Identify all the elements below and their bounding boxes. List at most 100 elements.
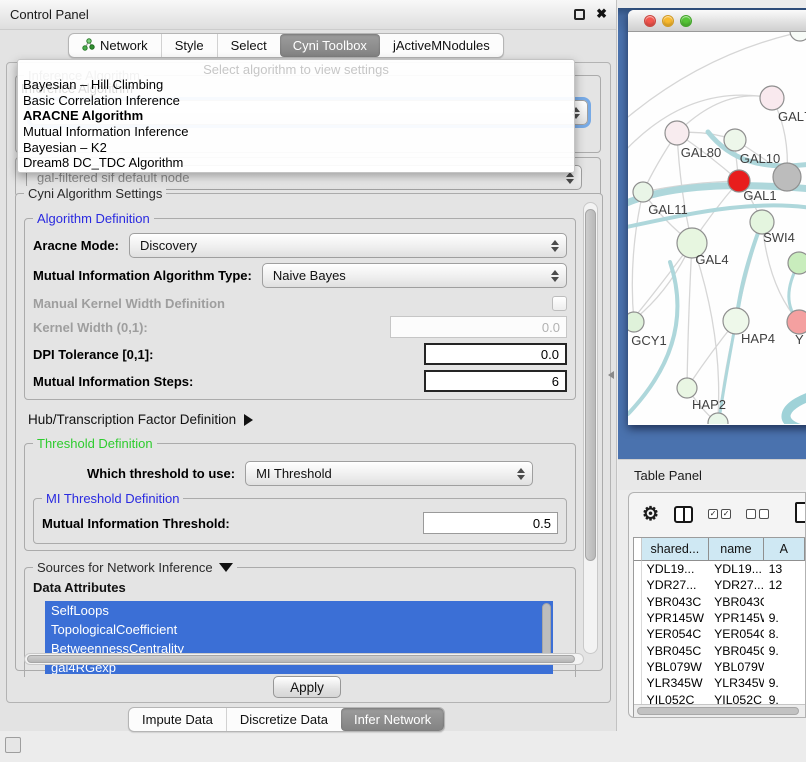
mi-type-combobox[interactable]: Naive Bayes (262, 263, 567, 288)
bottom-tab-infer-network[interactable]: Infer Network (341, 708, 444, 731)
node[interactable] (773, 163, 801, 191)
bottom-tab-discretize-data[interactable]: Discretize Data (226, 708, 341, 731)
tab-jactivemnodules[interactable]: jActiveMNodules (380, 34, 503, 57)
network-edge[interactable] (687, 243, 692, 388)
table-cell: 12 (764, 577, 805, 593)
scrollbar-thumb[interactable] (637, 707, 799, 715)
close-icon[interactable]: ✖ (596, 6, 607, 22)
table-cell (764, 659, 805, 675)
node-gcy1[interactable] (628, 312, 644, 332)
table-cell: YPR145W (642, 610, 710, 626)
table-gutter (634, 538, 642, 561)
stepper-icon[interactable] (545, 270, 559, 282)
tab-cyni-toolbox[interactable]: Cyni Toolbox (280, 34, 380, 57)
float-icon[interactable] (574, 9, 585, 20)
tab-style[interactable]: Style (161, 34, 217, 57)
node-gal11[interactable] (633, 182, 653, 202)
stepper-icon[interactable] (560, 172, 574, 184)
mi-steps-field[interactable] (424, 370, 567, 392)
node-hap2[interactable] (677, 378, 697, 398)
network-desktop: GAL7GAL80GAL10GAL1GAL11SWI4GAL4GCY1HAP4Y… (618, 8, 806, 459)
column-header-a[interactable]: A (764, 538, 805, 561)
algorithm-dropdown: Select algorithm to view settings Bayesi… (17, 59, 575, 173)
cyni-algorithm-settings-group: Cyni Algorithm Settings Algorithm Defini… (15, 193, 603, 671)
aracne-mode-label: Aracne Mode: (33, 238, 119, 253)
table-cell: YBL079W (709, 659, 763, 675)
dpi-tolerance-field[interactable] (424, 343, 567, 365)
stepper-icon[interactable] (545, 240, 559, 252)
stepper-icon[interactable] (511, 468, 525, 480)
mi-steps-label: Mutual Information Steps: (33, 374, 193, 389)
table-cell: 9. (764, 610, 805, 626)
node[interactable] (708, 413, 728, 424)
table-row[interactable]: YBR045CYBR045C9. (634, 642, 805, 658)
tab-select[interactable]: Select (217, 34, 280, 57)
dropdown-item-bayesian-k2[interactable]: Bayesian – K2 (18, 140, 574, 156)
node-gal7[interactable] (760, 86, 784, 110)
attribute-item-selfloops[interactable]: SelfLoops (45, 601, 553, 620)
table-row[interactable]: YER054CYER054C8. (634, 626, 805, 642)
list-scrollbar[interactable] (542, 603, 551, 659)
dropdown-item-aracne-algorithm[interactable]: ARACNE Algorithm (18, 108, 574, 124)
table-cell: 9. (764, 675, 805, 691)
table-row[interactable]: YDR27...YDR27...12 (634, 577, 805, 593)
column-header-name[interactable]: name (709, 538, 763, 561)
column-header-shared[interactable]: shared... (642, 538, 710, 561)
table-row[interactable]: YBR043CYBR043C (634, 594, 805, 610)
table-row[interactable]: YLR345WYLR345W9. (634, 675, 805, 691)
which-threshold-combobox[interactable]: MI Threshold (245, 461, 533, 486)
network-canvas[interactable]: GAL7GAL80GAL10GAL1GAL11SWI4GAL4GCY1HAP4Y… (628, 32, 806, 424)
network-edge[interactable] (677, 96, 772, 133)
settings-vertical-scrollbar[interactable] (583, 202, 598, 654)
dropdown-item-dream8-dc-tdc-algorithm[interactable]: Dream8 DC_TDC Algorithm (18, 155, 574, 171)
mi-type-value: Naive Bayes (273, 268, 346, 283)
node-y[interactable] (787, 310, 806, 334)
attribute-item-topologicalcoefficient[interactable]: TopologicalCoefficient (45, 620, 553, 639)
sources-title-text: Sources for Network Inference (37, 560, 213, 575)
hub-definition-toggle[interactable]: Hub/Transcription Factor Definition (28, 412, 576, 427)
apply-button[interactable]: Apply (273, 676, 341, 698)
bottom-tab-discretize-data-label: Discretize Data (240, 712, 328, 727)
select-all-checkboxes-icon[interactable]: ✓✓ (708, 509, 731, 519)
settings-group-title: Cyni Algorithm Settings (24, 186, 166, 201)
dropdown-item-mutual-information-inference[interactable]: Mutual Information Inference (18, 124, 574, 140)
mi-threshold-field[interactable] (423, 512, 558, 534)
panel-collapse-handle[interactable] (608, 371, 614, 379)
table-row[interactable]: YPR145WYPR145W9. (634, 610, 805, 626)
scrollbar-thumb[interactable] (585, 209, 596, 561)
sources-group-title[interactable]: Sources for Network Inference (33, 560, 237, 575)
scrollbar-thumb[interactable] (27, 655, 575, 663)
document-icon[interactable] (795, 502, 806, 523)
manual-kernel-checkbox[interactable] (552, 296, 567, 311)
kernel-width-field[interactable] (390, 316, 567, 338)
network-edge[interactable] (632, 192, 643, 322)
table-row[interactable]: YBL079WYBL079W (634, 659, 805, 675)
close-traffic-light[interactable] (644, 15, 656, 27)
aracne-mode-value: Discovery (140, 238, 197, 253)
network-edge[interactable] (786, 392, 806, 424)
deselect-all-checkboxes-icon[interactable] (746, 509, 769, 519)
table-row[interactable]: YDL19...YDL19...13 (634, 561, 805, 577)
node-gal10[interactable] (724, 129, 746, 151)
settings-horizontal-scrollbar[interactable] (24, 653, 584, 665)
node-gal80[interactable] (665, 121, 689, 145)
node[interactable] (790, 32, 806, 41)
network-window-titlebar[interactable] (628, 10, 806, 32)
network-edge[interactable] (736, 222, 762, 321)
minimize-traffic-light[interactable] (662, 15, 674, 27)
table-horizontal-scrollbar[interactable] (634, 704, 805, 717)
manual-kernel-label: Manual Kernel Width Definition (33, 296, 225, 311)
table-cell: 13 (764, 561, 805, 577)
node[interactable] (788, 252, 806, 274)
columns-icon[interactable] (674, 506, 693, 523)
dock-panel-icon[interactable] (5, 737, 21, 753)
tab-network[interactable]: Network (69, 34, 161, 57)
tab-network-label: Network (100, 38, 148, 53)
zoom-traffic-light[interactable] (680, 15, 692, 27)
aracne-mode-combobox[interactable]: Discovery (129, 233, 567, 258)
table-cell: YER054C (709, 626, 763, 642)
manual-kernel-row: Manual Kernel Width Definition (33, 296, 567, 311)
node-label-hap2: HAP2 (692, 397, 726, 412)
gear-icon[interactable]: ⚙ (642, 505, 659, 524)
bottom-tab-impute-data[interactable]: Impute Data (129, 708, 226, 731)
